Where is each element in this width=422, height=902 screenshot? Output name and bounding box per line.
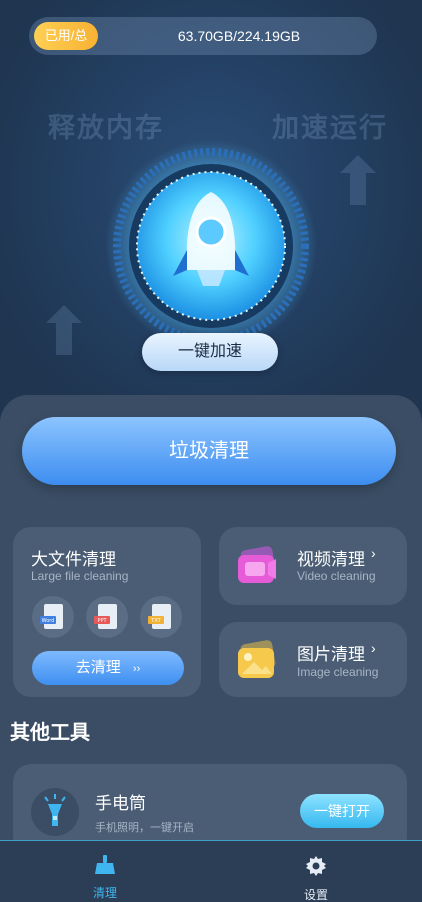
flashlight-icon [31, 788, 79, 836]
word-file-icon: Word [32, 596, 74, 638]
speed-gauge[interactable] [105, 140, 317, 352]
other-tools-heading: 其他工具 [10, 722, 90, 744]
tab-settings-label: 设置 [303, 888, 328, 902]
tab-clean[interactable]: 清理 [75, 855, 135, 901]
image-clean-title: 图片清理 [297, 645, 365, 664]
large-file-title: 大文件清理 [31, 550, 116, 569]
tab-settings[interactable]: 设置 [286, 855, 346, 902]
txt-file-icon: TXT [140, 596, 182, 638]
storage-used-tag: 已用/总 [34, 22, 98, 50]
storage-bar: 已用/总 63.70GB/224.19GB [29, 17, 377, 55]
video-clean-subtitle: Video cleaning [297, 569, 376, 583]
word-file-label: Word [42, 618, 55, 624]
ppt-file-label: PPT [97, 618, 107, 624]
double-chevron-icon: ›› [132, 663, 141, 675]
video-clean-title: 视频清理 [297, 550, 365, 569]
storage-value: 63.70GB/224.19GB [177, 28, 301, 44]
gear-icon [306, 856, 326, 876]
large-file-subtitle: Large file cleaning [31, 569, 129, 583]
image-chevron-right-icon: › [371, 640, 376, 656]
broom-icon [95, 855, 115, 874]
image-icon [238, 640, 276, 678]
bottom-tab-bar: 清理 设置 [0, 840, 422, 902]
go-clean-label: 去清理 [75, 659, 121, 676]
video-chevron-right-icon: › [371, 545, 376, 561]
junk-clean-button[interactable]: 垃圾清理 [22, 417, 396, 485]
video-icon [238, 546, 276, 583]
flashlight-subtitle: 手机照明，一键开启 [95, 822, 194, 834]
tab-clean-label: 清理 [92, 886, 117, 900]
ghost-arrow-left-icon [46, 305, 82, 355]
image-clean-subtitle: Image cleaning [297, 665, 379, 679]
ghost-arrow-right-icon [340, 155, 376, 205]
flashlight-open-button[interactable]: 一键打开 [300, 794, 384, 828]
flashlight-title: 手电筒 [95, 794, 146, 813]
go-clean-button[interactable]: 去清理 ›› [32, 651, 184, 685]
one-key-accelerate-button[interactable]: 一键加速 [142, 333, 278, 371]
ppt-file-icon: PPT [86, 596, 128, 638]
txt-file-label: TXT [150, 618, 161, 624]
